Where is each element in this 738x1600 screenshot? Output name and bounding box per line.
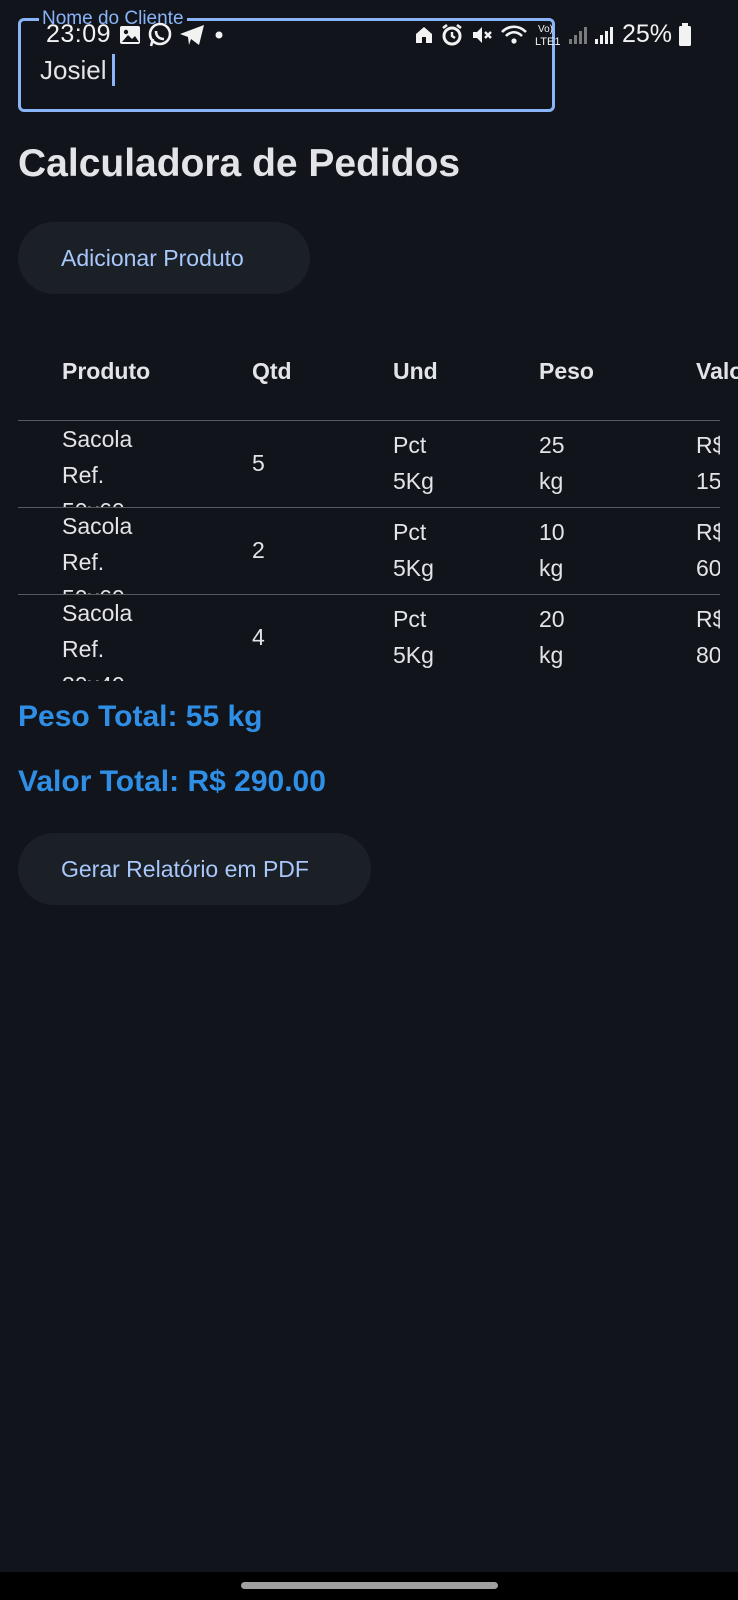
- home-icon: [414, 25, 434, 45]
- svg-text:LTE1: LTE1: [535, 36, 560, 48]
- cell-produto: Sacola Ref. 30x40: [62, 600, 133, 681]
- cell-valor: R$ 60.00: [696, 519, 720, 581]
- alarm-icon: [440, 23, 464, 47]
- table-row[interactable]: Sacola Ref. 50x60 5 Pct 5Kg 25 kg R$ 150…: [18, 421, 720, 508]
- total-value: Valor Total: R$ 290.00: [18, 765, 326, 798]
- cell-peso: 25 kg: [539, 432, 565, 494]
- header-peso: Peso: [539, 358, 594, 384]
- battery-icon: [678, 22, 692, 47]
- signal-icon: [594, 25, 614, 45]
- status-right: Vo) LTE1 25%: [408, 20, 692, 49]
- wifi-icon: [500, 24, 528, 46]
- telegram-icon: [179, 23, 205, 47]
- header-qtd: Qtd: [252, 358, 292, 384]
- total-weight: Peso Total: 55 kg: [18, 700, 263, 733]
- add-product-button[interactable]: Adicionar Produto: [18, 222, 310, 294]
- navigation-bar: [0, 1572, 738, 1600]
- table-header: Produto Qtd Und Peso Valor: [18, 340, 738, 421]
- cell-peso: 20 kg: [539, 606, 565, 668]
- volte-icon: Vo) LTE1: [534, 22, 562, 48]
- table-row[interactable]: Sacola Ref. 50x60 2 Pct 5Kg 10 kg R$ 60.…: [18, 508, 720, 595]
- battery-percentage: 25%: [621, 20, 672, 48]
- client-name-value: Josiel: [40, 54, 107, 85]
- header-valor: Valor: [696, 358, 738, 384]
- cell-peso: 10 kg: [539, 519, 565, 581]
- status-left: 23:09: [46, 20, 233, 49]
- cell-produto: Sacola Ref. 50x60: [62, 426, 133, 507]
- cell-qtd: 2: [252, 537, 265, 563]
- products-table: Produto Qtd Und Peso Valor Sacola Ref. 5…: [18, 340, 738, 681]
- cell-und: Pct 5Kg: [393, 432, 434, 494]
- svg-text:Vo): Vo): [538, 24, 553, 35]
- cell-qtd: 4: [252, 624, 265, 650]
- home-gesture-handle[interactable]: [241, 1582, 498, 1589]
- table-row[interactable]: Sacola Ref. 30x40 4 Pct 5Kg 20 kg R$ 80.…: [18, 595, 720, 681]
- status-time: 23:09: [46, 20, 112, 48]
- header-und: Und: [393, 358, 438, 384]
- cell-valor: R$ 150.00: [696, 432, 720, 494]
- header-produto: Produto: [62, 358, 151, 384]
- text-caret: [112, 54, 116, 86]
- cell-und: Pct 5Kg: [393, 519, 434, 581]
- mute-icon: [470, 23, 494, 47]
- status-bar: 23:09 Vo) LTE1 25%: [0, 18, 738, 56]
- whatsapp-icon: [147, 22, 173, 48]
- image-icon: [119, 24, 141, 46]
- cell-und: Pct 5Kg: [393, 606, 434, 668]
- dot-icon: [211, 27, 227, 43]
- generate-pdf-button[interactable]: Gerar Relatório em PDF: [18, 833, 371, 905]
- client-name-input[interactable]: Josiel: [40, 54, 116, 86]
- cell-valor: R$ 80.00: [696, 606, 720, 668]
- page-title: Calculadora de Pedidos: [18, 142, 461, 185]
- signal-icon: [568, 25, 588, 45]
- cell-qtd: 5: [252, 450, 265, 476]
- cell-produto: Sacola Ref. 50x60: [62, 513, 133, 594]
